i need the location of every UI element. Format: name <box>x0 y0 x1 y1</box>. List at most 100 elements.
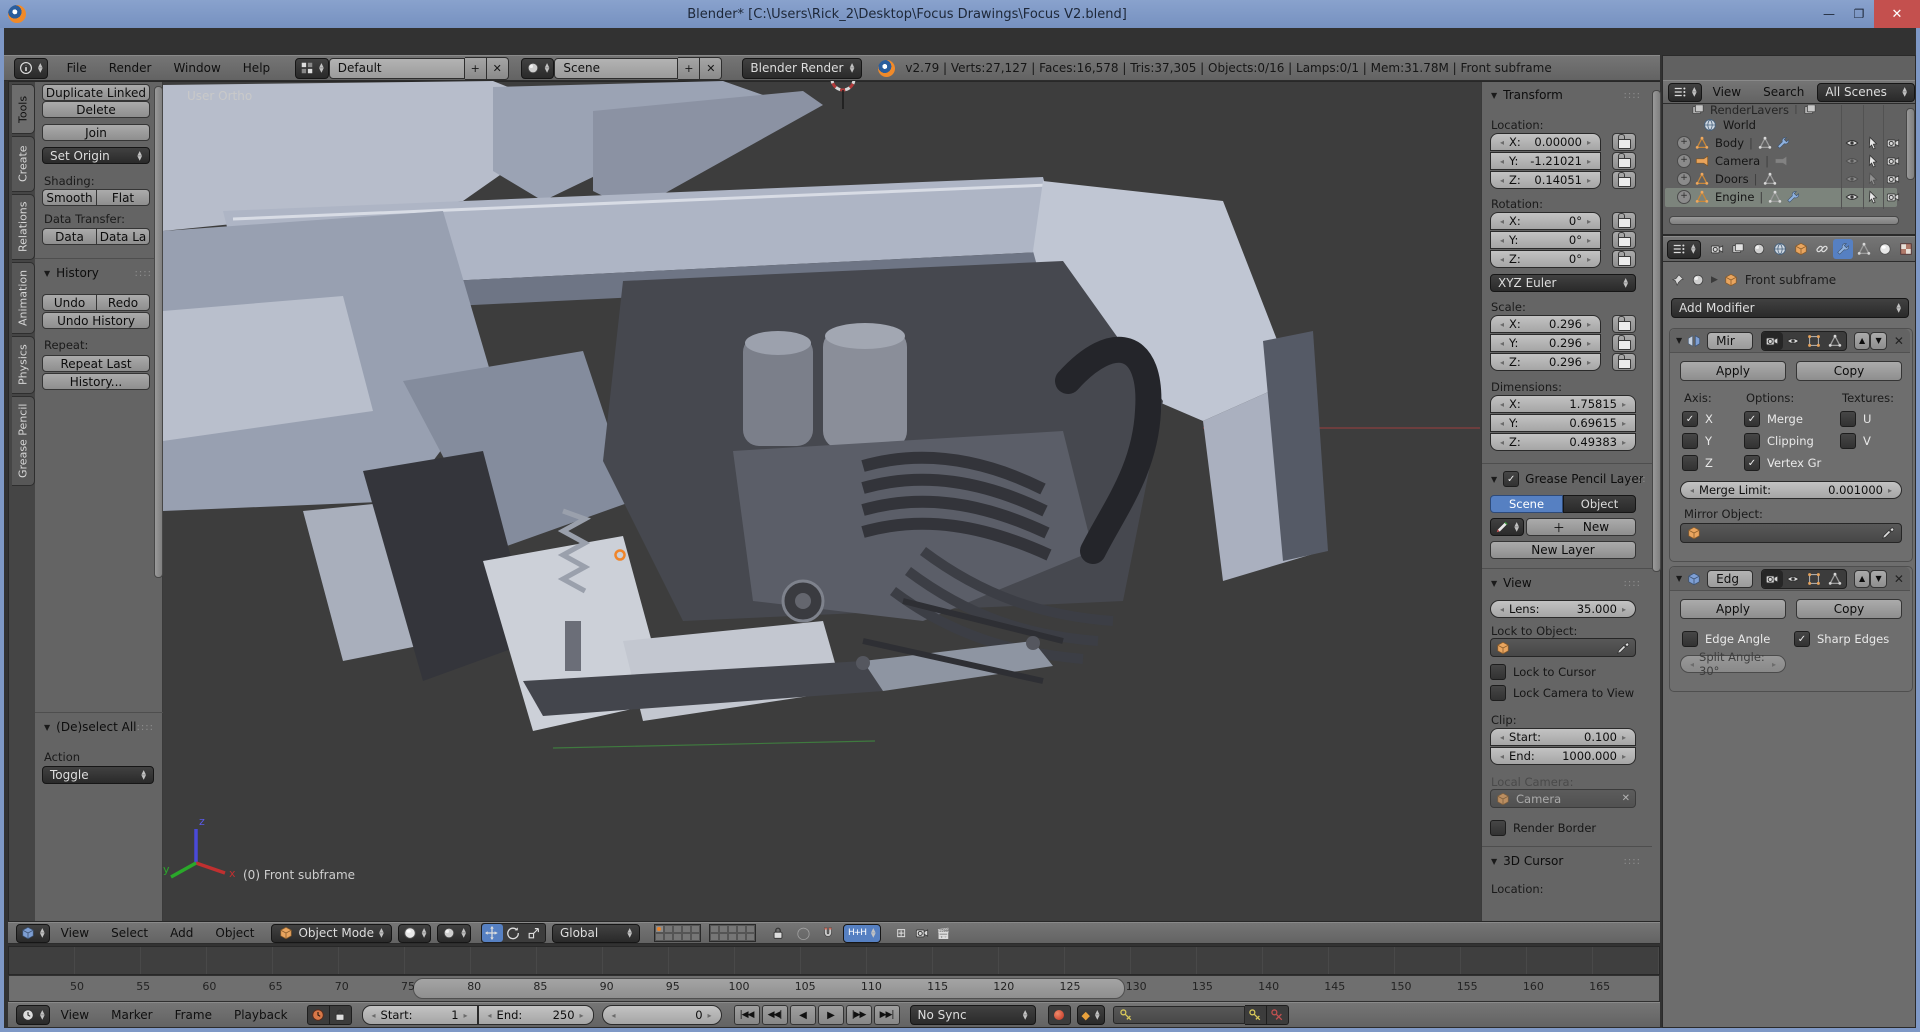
doors-selectable-icon[interactable] <box>1866 172 1880 186</box>
eyedropper-icon[interactable] <box>1881 526 1895 540</box>
tab-object-data[interactable] <box>1854 239 1874 259</box>
frame-start-field[interactable]: Start:1 <box>362 1005 478 1025</box>
outliner-item-engine[interactable]: + Engine | <box>1677 188 1800 206</box>
body-render-icon[interactable] <box>1886 136 1900 150</box>
lock-rotation-z-button[interactable] <box>1612 250 1636 268</box>
mirror-cage-toggle[interactable] <box>1825 332 1846 350</box>
translate-manipulator-button[interactable] <box>482 924 503 942</box>
current-frame-field[interactable]: 0 <box>602 1005 722 1025</box>
viewport-editor-type-button[interactable]: ▲▼ <box>16 924 50 943</box>
merge-limit-field[interactable]: Merge Limit:0.001000 <box>1680 481 1902 499</box>
timeline-editor-type-button[interactable]: ▲▼ <box>16 1005 50 1025</box>
lock-rotation-x-button[interactable] <box>1612 212 1636 230</box>
layout-name-field[interactable]: Default <box>329 58 465 79</box>
redo-button[interactable]: Redo <box>96 294 150 311</box>
undo-button[interactable]: Undo <box>42 294 96 311</box>
shading-mode-select[interactable]: ▲▼ <box>398 924 432 943</box>
lock-scale-y-button[interactable] <box>1612 334 1636 352</box>
scene-name-field[interactable]: Scene <box>554 58 678 79</box>
scene-browse-button[interactable]: ▲▼ <box>521 58 555 79</box>
layout-browse-button[interactable]: ▲▼ <box>295 58 329 79</box>
add-modifier-select[interactable]: Add Modifier▲▼ <box>1671 298 1909 318</box>
dimension-z-field[interactable]: Z:0.49383 <box>1490 433 1636 451</box>
grease-pencil-checkbox[interactable] <box>1503 471 1519 487</box>
body-selectable-icon[interactable] <box>1866 136 1880 150</box>
outliner-item-world[interactable]: World <box>1703 116 1756 134</box>
tab-relations[interactable]: Relations <box>12 194 35 260</box>
timeline-track-area[interactable] <box>8 946 1660 975</box>
repeat-last-button[interactable]: Repeat Last <box>42 355 150 372</box>
lock-location-z-button[interactable] <box>1612 171 1636 189</box>
viewport-canvas[interactable]: z x y <box>163 81 1480 922</box>
timeline-ruler[interactable]: 5055606570758085909510010511011512012513… <box>8 975 1660 1002</box>
outliner-item-camera[interactable]: + Camera | <box>1677 152 1788 170</box>
texture-v-checkbox[interactable] <box>1840 433 1856 449</box>
maximize-button[interactable]: ❐ <box>1844 4 1874 24</box>
render-engine-select[interactable]: Blender Render ▲▼ <box>742 58 862 79</box>
layers-grid-2[interactable] <box>709 924 756 942</box>
tab-constraints[interactable] <box>1812 239 1832 259</box>
grease-pencil-panel-header[interactable]: Grease Pencil Layers <box>1491 471 1647 487</box>
preview-range-button[interactable] <box>307 1005 330 1025</box>
engine-render-icon[interactable] <box>1886 190 1900 204</box>
repeat-history-button[interactable]: History... <box>42 373 150 390</box>
location-x-field[interactable]: X:0.00000 <box>1490 133 1601 151</box>
gp-new-layer-button[interactable]: New Layer <box>1490 541 1636 559</box>
panel-grip-icon[interactable] <box>1624 578 1641 589</box>
mirror-clipping-row[interactable]: Clipping <box>1744 433 1814 449</box>
mirror-axis-y-row[interactable]: Y <box>1682 433 1712 449</box>
mirror-axis-x-row[interactable]: X <box>1682 411 1713 427</box>
transform-panel-header[interactable]: Transform <box>1491 88 1641 102</box>
menu-file[interactable]: File <box>56 61 98 75</box>
lock-to-cursor-checkbox[interactable] <box>1490 664 1506 680</box>
edge-split-render-toggle[interactable] <box>1762 570 1783 588</box>
edge-split-move-up-button[interactable]: ▲ <box>1854 570 1871 588</box>
lock-to-object-field[interactable] <box>1490 638 1636 657</box>
edge-split-cage-toggle[interactable] <box>1825 570 1846 588</box>
mirror-editmode-toggle[interactable] <box>1804 332 1825 350</box>
sharp-edges-row[interactable]: Sharp Edges <box>1794 631 1889 647</box>
timeline-menu-view[interactable]: View <box>50 1008 100 1022</box>
rotation-z-field[interactable]: Z:0° <box>1490 250 1601 268</box>
view-panel-header[interactable]: View <box>1491 576 1641 590</box>
engine-selectable-icon[interactable] <box>1866 190 1880 204</box>
lock-camera-row[interactable]: Lock Camera to View <box>1490 685 1634 701</box>
tab-render-layers[interactable] <box>1728 239 1748 259</box>
mirror-copy-button[interactable]: Copy <box>1796 361 1902 381</box>
split-angle-field[interactable]: Split Angle: 30° <box>1680 655 1786 673</box>
minimize-button[interactable]: — <box>1814 4 1844 24</box>
snap-element-select[interactable]: H+H ▲▼ <box>843 924 881 943</box>
outliner-editor-type-button[interactable]: ▲▼ <box>1668 83 1702 102</box>
data-transfer-button[interactable]: Data <box>42 228 96 245</box>
lock-frame-range-button[interactable] <box>330 1005 352 1025</box>
clear-icon[interactable]: ✕ <box>1622 793 1630 804</box>
cursor-3d-panel-header[interactable]: 3D Cursor <box>1491 854 1641 868</box>
jump-to-start-button[interactable]: |◀◀ <box>734 1005 760 1025</box>
panel-grip-icon[interactable] <box>1624 90 1641 101</box>
scene-delete-button[interactable]: ✕ <box>700 57 722 80</box>
gp-source-object-tab[interactable]: Object <box>1563 495 1636 513</box>
tab-object[interactable] <box>1791 239 1811 259</box>
n-panel-scrollbar[interactable] <box>1652 90 1661 572</box>
lock-to-scene-button[interactable] <box>768 924 789 942</box>
sync-mode-select[interactable]: No Sync▲▼ <box>910 1005 1036 1025</box>
doors-render-icon[interactable] <box>1886 172 1900 186</box>
menu-window[interactable]: Window <box>162 61 231 75</box>
engine-visibility-eye-icon[interactable] <box>1845 190 1859 204</box>
rotation-mode-select[interactable]: XYZ Euler▲▼ <box>1490 274 1636 292</box>
viewport-menu-object[interactable]: Object <box>204 926 265 940</box>
rotation-x-field[interactable]: X:0° <box>1490 212 1601 230</box>
axis-z-checkbox[interactable] <box>1682 455 1698 471</box>
edge-split-copy-button[interactable]: Copy <box>1796 599 1902 619</box>
outliner-item-doors[interactable]: + Doors | <box>1677 170 1777 188</box>
outliner-display-select[interactable]: All Scenes▲▼ <box>1817 83 1915 102</box>
keying-set-field[interactable] <box>1113 1006 1245 1024</box>
shade-smooth-button[interactable]: Smooth <box>42 189 96 206</box>
render-border-checkbox[interactable] <box>1490 820 1506 836</box>
collapse-icon[interactable]: ▼ <box>1676 336 1682 345</box>
outliner-menu-view[interactable]: View <box>1702 85 1752 99</box>
close-button[interactable]: ✕ <box>1874 0 1920 28</box>
action-select[interactable]: Toggle▲▼ <box>42 766 154 784</box>
expand-icon[interactable]: + <box>1677 190 1691 204</box>
snap-toggle-button[interactable] <box>818 924 839 942</box>
